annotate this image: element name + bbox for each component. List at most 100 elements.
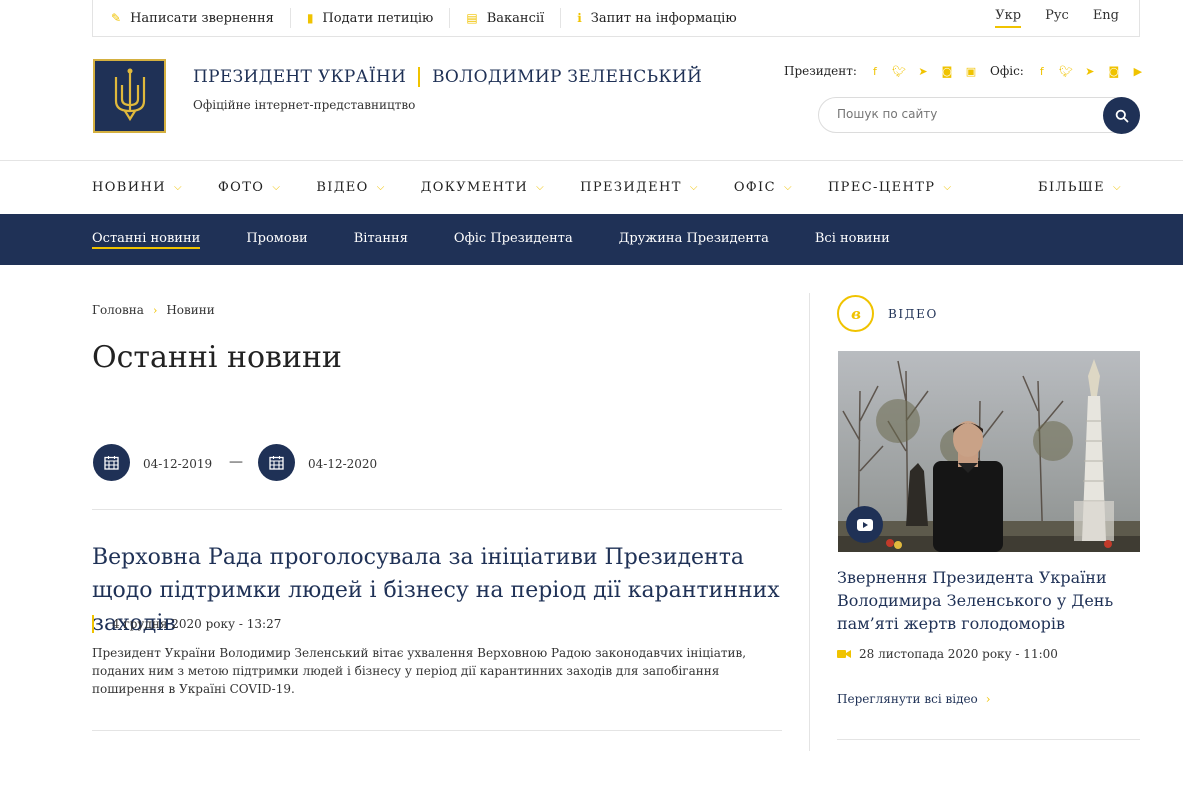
- nav-president-label: ПРЕЗИДЕНТ: [580, 179, 682, 195]
- nav-photo-label: ФОТО: [217, 179, 265, 195]
- chevron-down-icon: ⌵: [1113, 181, 1122, 193]
- flickr-icon[interactable]: ▣: [959, 65, 983, 78]
- video-title[interactable]: Звернення Президента України Володимира …: [837, 566, 1127, 635]
- breadcrumb-news[interactable]: Новини: [166, 303, 214, 317]
- search-input[interactable]: [837, 107, 1087, 121]
- document-icon: ▮: [306, 11, 314, 25]
- youtube-icon[interactable]: ▶: [1126, 65, 1150, 78]
- nav-press-center[interactable]: ПРЕС-ЦЕНТР ⌵: [828, 180, 952, 195]
- instagram-icon[interactable]: ◙: [1102, 65, 1126, 78]
- submit-petition-label: Подати петицію: [322, 10, 434, 26]
- nav-photo[interactable]: ФОТО ⌵: [218, 180, 281, 195]
- nav-more-label: БІЛЬШЕ: [1037, 179, 1106, 195]
- title-name: ВОЛОДИМИР ЗЕЛЕНСЬКИЙ: [432, 67, 703, 87]
- content-divider: [92, 509, 782, 510]
- president-socials: Президент: f 🐦︎ ➤ ◙ ▣: [784, 64, 983, 78]
- chevron-down-icon: ⌵: [376, 181, 386, 193]
- view-all-videos-label: Переглянути всі відео: [837, 692, 978, 706]
- nav-office[interactable]: ОФІС ⌵: [734, 180, 793, 195]
- chevron-right-icon: ›: [985, 692, 991, 706]
- play-button[interactable]: [846, 506, 883, 543]
- chevron-down-icon: ⌵: [689, 181, 699, 193]
- facebook-icon[interactable]: f: [863, 65, 887, 78]
- nav-more[interactable]: БІЛЬШЕ ⌵: [1038, 180, 1122, 195]
- office-socials: Офіс: f 🐦︎ ➤ ◙ ▶: [990, 64, 1150, 78]
- nav-news-label: НОВИНИ: [92, 179, 166, 195]
- video-thumbnail-image: [838, 351, 1140, 552]
- date-from[interactable]: 04-12-2019: [143, 457, 212, 471]
- nav-office-label: ОФІС: [733, 179, 776, 195]
- svg-text:в: в: [851, 305, 861, 323]
- info-request-link[interactable]: ℹ Запит на інформацію: [560, 8, 752, 28]
- title-president: ПРЕЗИДЕНТ УКРАЇНИ: [193, 67, 407, 87]
- search-button[interactable]: [1103, 97, 1140, 134]
- search-icon: [1115, 109, 1128, 122]
- trident-logo[interactable]: [93, 59, 166, 133]
- twitter-icon[interactable]: 🐦︎: [887, 65, 911, 78]
- top-utility-bar: ✎ Написати звернення ▮ Подати петицію ▤ …: [92, 0, 1140, 37]
- subnav-president-office[interactable]: Офіс Президента: [454, 231, 573, 249]
- vacancies-link[interactable]: ▤ Вакансії: [449, 8, 560, 28]
- main-nav: НОВИНИ ⌵ ФОТО ⌵ ВІДЕО ⌵ ДОКУМЕНТИ ⌵ ПРЕЗИДЕН…: [92, 172, 1140, 202]
- nav-video[interactable]: ВІДЕО ⌵: [316, 180, 385, 195]
- article-summary: Президент України Володимир Зеленський в…: [92, 646, 747, 696]
- video-thumbnail[interactable]: [838, 351, 1140, 552]
- subnav-speeches[interactable]: Промови: [246, 231, 307, 249]
- chevron-down-icon: ⌵: [173, 181, 183, 193]
- submit-petition-link[interactable]: ▮ Подати петицію: [289, 8, 450, 28]
- article-divider: [92, 730, 782, 731]
- view-all-videos-link[interactable]: Переглянути всі відео ›: [837, 692, 991, 706]
- telegram-icon[interactable]: ➤: [1078, 65, 1102, 78]
- date-to[interactable]: 04-12-2020: [308, 457, 377, 471]
- write-appeal-label: Написати звернення: [130, 10, 274, 26]
- subnav-greetings[interactable]: Вітання: [354, 231, 408, 249]
- write-appeal-link[interactable]: ✎ Написати звернення: [93, 8, 290, 28]
- subnav-latest-news[interactable]: Останні новини: [92, 231, 201, 249]
- camera-icon: [837, 650, 851, 658]
- site-title[interactable]: ПРЕЗИДЕНТ УКРАЇНИ ВОЛОДИМИР ЗЕЛЕНСЬКИЙ: [193, 67, 702, 87]
- date-separator: —: [229, 454, 243, 470]
- twitter-icon[interactable]: 🐦︎: [1054, 65, 1078, 78]
- lang-rus[interactable]: Рус: [1045, 8, 1069, 28]
- video-date: 28 листопада 2020 року - 11:00: [837, 647, 1058, 661]
- column-divider: [809, 293, 810, 751]
- page-title: Останні новини: [92, 340, 342, 375]
- subnav-all-news[interactable]: Всі новини: [815, 231, 890, 249]
- office-socials-label: Офіс:: [990, 64, 1024, 78]
- search-box: [818, 97, 1140, 134]
- file-icon: ▤: [466, 11, 478, 25]
- facebook-icon[interactable]: f: [1030, 65, 1054, 78]
- video-section-badge: в: [837, 295, 874, 332]
- nav-press-center-label: ПРЕС-ЦЕНТР: [827, 179, 936, 195]
- calendar-icon: [104, 456, 119, 470]
- pencil-icon: ✎: [111, 11, 122, 25]
- sub-nav: Останні новини Промови Вітання Офіс През…: [0, 214, 1183, 265]
- nav-news[interactable]: НОВИНИ ⌵: [92, 180, 183, 195]
- chevron-down-icon: ⌵: [783, 181, 793, 193]
- instagram-icon[interactable]: ◙: [935, 65, 959, 78]
- title-divider: [418, 67, 421, 87]
- lang-ukr[interactable]: Укр: [995, 8, 1022, 28]
- sidebar-divider: [837, 739, 1140, 740]
- telegram-icon[interactable]: ➤: [911, 65, 935, 78]
- subnav-first-lady[interactable]: Дружина Президента: [619, 231, 769, 249]
- nav-video-label: ВІДЕО: [316, 179, 369, 195]
- chevron-down-icon: ⌵: [943, 181, 953, 193]
- header-divider: [0, 160, 1183, 161]
- lang-eng[interactable]: Eng: [1093, 8, 1119, 28]
- calendar-icon: [269, 456, 284, 470]
- trident-icon: [114, 68, 145, 122]
- site-subtitle: Офіційне інтернет-представництво: [193, 98, 416, 112]
- calendar-to-button[interactable]: [258, 444, 295, 481]
- info-icon: ℹ: [577, 11, 582, 25]
- info-request-label: Запит на інформацію: [590, 10, 737, 26]
- language-switcher: Укр Рус Eng: [995, 8, 1139, 28]
- nav-president[interactable]: ПРЕЗИДЕНТ ⌵: [580, 180, 699, 195]
- calendar-from-button[interactable]: [93, 444, 130, 481]
- video-section-heading: ВІДЕО: [888, 307, 938, 321]
- breadcrumb-home[interactable]: Головна: [92, 303, 144, 317]
- breadcrumb: Головна › Новини: [92, 303, 215, 317]
- nav-documents-label: ДОКУМЕНТИ: [420, 179, 529, 195]
- vacancies-label: Вакансії: [486, 10, 545, 26]
- nav-documents[interactable]: ДОКУМЕНТИ ⌵: [421, 180, 545, 195]
